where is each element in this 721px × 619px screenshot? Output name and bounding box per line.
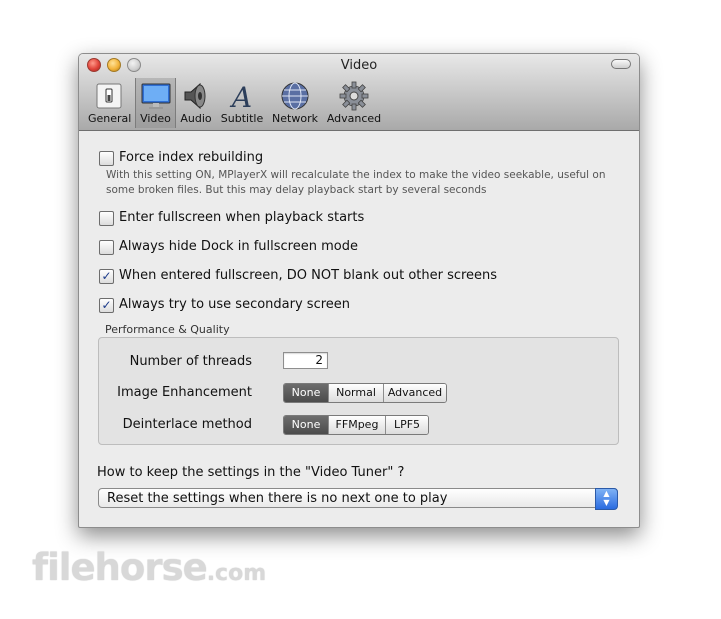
tab-video[interactable]: Video	[135, 78, 176, 128]
gear-icon	[339, 81, 369, 111]
force-index-checkbox[interactable]	[99, 151, 114, 166]
svg-text:A: A	[229, 81, 252, 112]
no-blank-checkbox[interactable]: ✓	[99, 269, 114, 284]
enhancement-none[interactable]: None	[284, 384, 328, 402]
secondary-screen-label: Always try to use secondary screen	[119, 297, 351, 312]
globe-icon	[281, 82, 309, 110]
tuner-select[interactable]: Reset the settings when there is no next…	[98, 488, 618, 510]
tab-label: General	[88, 112, 132, 125]
secondary-screen-checkbox[interactable]: ✓	[99, 298, 114, 313]
enhancement-segmented-control: None Normal Advanced	[283, 383, 447, 403]
updown-arrows-icon: ▲ ▼	[595, 488, 618, 510]
enhancement-normal[interactable]: Normal	[328, 384, 383, 402]
performance-group: Number of threads 2 Image Enhancement No…	[98, 337, 619, 445]
switch-icon	[96, 83, 122, 109]
deinterlace-none[interactable]: None	[284, 416, 328, 434]
hide-dock-checkbox[interactable]	[99, 240, 114, 255]
tab-label: Subtitle	[220, 112, 264, 125]
toolbar-toggle-button[interactable]	[611, 59, 631, 69]
watermark-suffix: .com	[206, 561, 267, 586]
speaker-icon	[184, 82, 206, 110]
window-title: Video	[340, 58, 378, 73]
watermark-text: filehorse	[32, 546, 208, 589]
threads-input[interactable]: 2	[283, 352, 328, 369]
no-blank-option[interactable]: ✓ When entered fullscreen, DO NOT blank o…	[99, 268, 497, 286]
hide-dock-option[interactable]: Always hide Dock in fullscreen mode	[99, 239, 358, 257]
deinterlace-lpf5[interactable]: LPF5	[385, 416, 428, 434]
enter-fullscreen-option[interactable]: Enter fullscreen when playback starts	[99, 210, 364, 228]
tab-subtitle[interactable]: A Subtitle	[220, 78, 264, 128]
enter-fullscreen-checkbox[interactable]	[99, 211, 114, 226]
performance-group-label: Performance & Quality	[105, 323, 230, 336]
watermark-logo: filehorse.com	[32, 546, 266, 589]
threads-label: Number of threads	[129, 354, 252, 369]
force-index-note: With this setting ON, MPlayerX will reca…	[106, 169, 606, 196]
tuner-select-value: Reset the settings when there is no next…	[107, 491, 448, 506]
force-index-label: Force index rebuilding	[119, 150, 264, 165]
tab-advanced[interactable]: Advanced	[326, 78, 382, 128]
tab-network[interactable]: Network	[271, 78, 319, 128]
toolbar: Video General Video Audio A Subtitle Net…	[79, 54, 639, 131]
enhancement-advanced[interactable]: Advanced	[383, 384, 446, 402]
force-index-option[interactable]: Force index rebuilding	[99, 150, 263, 168]
hide-dock-label: Always hide Dock in fullscreen mode	[119, 239, 358, 254]
tab-label: Video	[140, 112, 171, 125]
enhancement-label: Image Enhancement	[117, 385, 252, 400]
tab-label: Audio	[180, 112, 212, 125]
video-pane: Force index rebuilding With this setting…	[79, 131, 639, 527]
preferences-window: Video General Video Audio A Subtitle Net…	[78, 53, 640, 528]
enter-fullscreen-label: Enter fullscreen when playback starts	[119, 210, 365, 225]
tab-label: Network	[272, 112, 318, 125]
deinterlace-segmented-control: None FFMpeg LPF5	[283, 415, 429, 435]
tab-general[interactable]: General	[88, 78, 132, 128]
secondary-screen-option[interactable]: ✓ Always try to use secondary screen	[99, 297, 350, 315]
tab-label: Advanced	[326, 112, 382, 125]
monitor-icon	[141, 83, 170, 109]
deinterlace-ffmpeg[interactable]: FFMpeg	[328, 416, 385, 434]
tuner-question: How to keep the settings in the "Video T…	[97, 465, 405, 480]
no-blank-label: When entered fullscreen, DO NOT blank ou…	[119, 268, 498, 283]
letter-a-icon: A	[229, 81, 252, 112]
tab-audio[interactable]: Audio	[178, 78, 214, 128]
deinterlace-label: Deinterlace method	[122, 417, 252, 432]
